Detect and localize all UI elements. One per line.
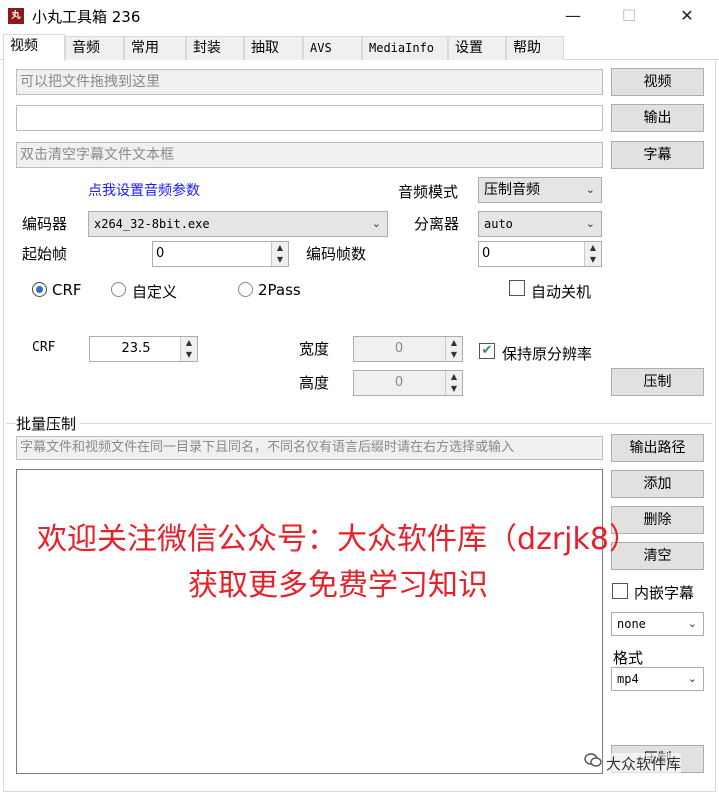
tab-extract[interactable]: 抽取 [244,36,303,60]
splitter-select[interactable]: auto ⌄ [478,211,602,237]
output-path-button[interactable]: 输出路径 [611,434,704,462]
batch-group-label: 批量压制 [16,413,81,434]
custom-radio-label: 自定义 [132,283,178,301]
spin-up-icon[interactable]: ▲ [585,242,601,254]
spin-down-icon[interactable]: ▼ [446,349,462,361]
audio-mode-value: 压制音频 [484,182,540,198]
spin-up-icon[interactable]: ▲ [446,371,462,383]
subtitle-lang-select[interactable]: none ⌄ [611,612,704,636]
crf-spin-buttons[interactable]: ▲ ▼ [180,337,197,361]
keep-resolution-checkbox[interactable]: ✔ [479,343,495,359]
crf-radio[interactable] [32,282,47,297]
crf-radio-label: CRF [52,281,82,299]
tab-common[interactable]: 常用 [124,36,186,60]
output-button[interactable]: 输出 [611,104,704,132]
title-bar: 丸 小丸工具箱 236 — ☐ ✕ [0,0,719,34]
width-stepper[interactable]: 0 ▲ ▼ [353,336,463,362]
height-label: 高度 [299,374,330,392]
spin-up-icon[interactable]: ▲ [181,337,197,349]
height-spin-buttons[interactable]: ▲ ▼ [445,371,462,395]
tab-avs[interactable]: AVS [303,36,362,60]
crf-stepper[interactable]: 23.5 ▲ ▼ [89,336,198,362]
maximize-button[interactable]: ☐ [600,0,658,34]
start-frame-stepper[interactable]: 0 ▲ ▼ [152,241,289,267]
audio-settings-link[interactable]: 点我设置音频参数 [88,180,200,200]
encode-frames-value: 0 [482,246,491,261]
encode-frames-spin-buttons[interactable]: ▲ ▼ [584,242,601,266]
tab-video[interactable]: 视频 [3,34,65,61]
batch-group-border [6,423,712,424]
width-spin-buttons[interactable]: ▲ ▼ [445,337,462,361]
video-file-input[interactable]: 可以把文件拖拽到这里 [16,69,603,95]
auto-shutdown-checkbox[interactable] [509,280,525,296]
subtitle-lang-value: none [617,617,646,631]
wechat-badge-text: 大众软件库 [606,753,682,774]
spin-down-icon[interactable]: ▼ [446,383,462,395]
tab-mediainfo[interactable]: MediaInfo [362,36,448,60]
tab-help[interactable]: 帮助 [506,36,564,60]
crf-value: 23.5 [121,341,151,356]
encoder-select[interactable]: x264_32-8bit.exe ⌄ [88,211,388,237]
subtitle-button[interactable]: 字幕 [611,141,704,169]
width-value: 0 [394,341,404,356]
crf-value-label: CRF [32,340,56,355]
start-frame-label: 起始帧 [22,245,68,263]
chevron-down-icon: ⌄ [687,672,697,685]
spin-down-icon[interactable]: ▼ [181,349,197,361]
close-button[interactable]: ✕ [658,0,716,34]
chevron-down-icon: ⌄ [585,183,595,196]
spin-up-icon[interactable]: ▲ [446,337,462,349]
custom-radio[interactable] [111,282,126,297]
encode-button[interactable]: 压制 [611,368,704,396]
output-file-input[interactable] [16,105,603,131]
wechat-icon [584,752,602,768]
height-stepper[interactable]: 0 ▲ ▼ [353,370,463,396]
spin-down-icon[interactable]: ▼ [272,254,288,266]
splitter-label: 分离器 [414,215,460,233]
add-button[interactable]: 添加 [611,470,704,498]
app-logo-icon: 丸 [8,8,24,24]
spin-up-icon[interactable]: ▲ [272,242,288,254]
format-select[interactable]: mp4 ⌄ [611,667,704,691]
keep-resolution-label: 保持原分辨率 [502,345,593,363]
encode-frames-label: 编码帧数 [306,245,367,263]
audio-mode-label: 音频模式 [398,183,459,201]
chevron-down-icon: ⌄ [687,617,697,630]
2pass-radio-label: 2Pass [258,281,301,299]
video-button[interactable]: 视频 [611,68,704,96]
start-frame-value: 0 [156,246,165,261]
height-value: 0 [394,375,404,390]
start-frame-spin-buttons[interactable]: ▲ ▼ [271,242,288,266]
chevron-down-icon: ⌄ [585,217,595,230]
watermark-line-2: 获取更多免费学习知识 [188,568,488,603]
minimize-button[interactable]: — [544,0,602,34]
encoder-value: x264_32-8bit.exe [94,217,210,231]
spin-down-icon[interactable]: ▼ [585,254,601,266]
window-title: 小丸工具箱 236 [32,8,141,26]
tab-mux[interactable]: 封装 [186,36,244,60]
format-value: mp4 [617,672,639,686]
batch-hint-input[interactable]: 字幕文件和视频文件在同一目录下且同名，不同名仅有语言后缀时请在右方选择或输入 [16,436,603,460]
audio-mode-select[interactable]: 压制音频 ⌄ [478,177,602,203]
chevron-down-icon: ⌄ [371,217,381,230]
encode-frames-stepper[interactable]: 0 ▲ ▼ [478,241,602,267]
encoder-label: 编码器 [22,215,68,233]
width-label: 宽度 [299,340,330,358]
splitter-value: auto [484,217,513,231]
subtitle-file-input[interactable]: 双击清空字幕文件文本框 [16,142,603,168]
tab-settings[interactable]: 设置 [448,36,506,60]
tab-audio[interactable]: 音频 [65,36,124,60]
2pass-radio[interactable] [238,282,253,297]
auto-shutdown-label: 自动关机 [531,283,592,301]
format-label: 格式 [613,649,644,667]
watermark-line-1: 欢迎关注微信公众号：大众软件库（dzrjk8） [37,522,639,557]
